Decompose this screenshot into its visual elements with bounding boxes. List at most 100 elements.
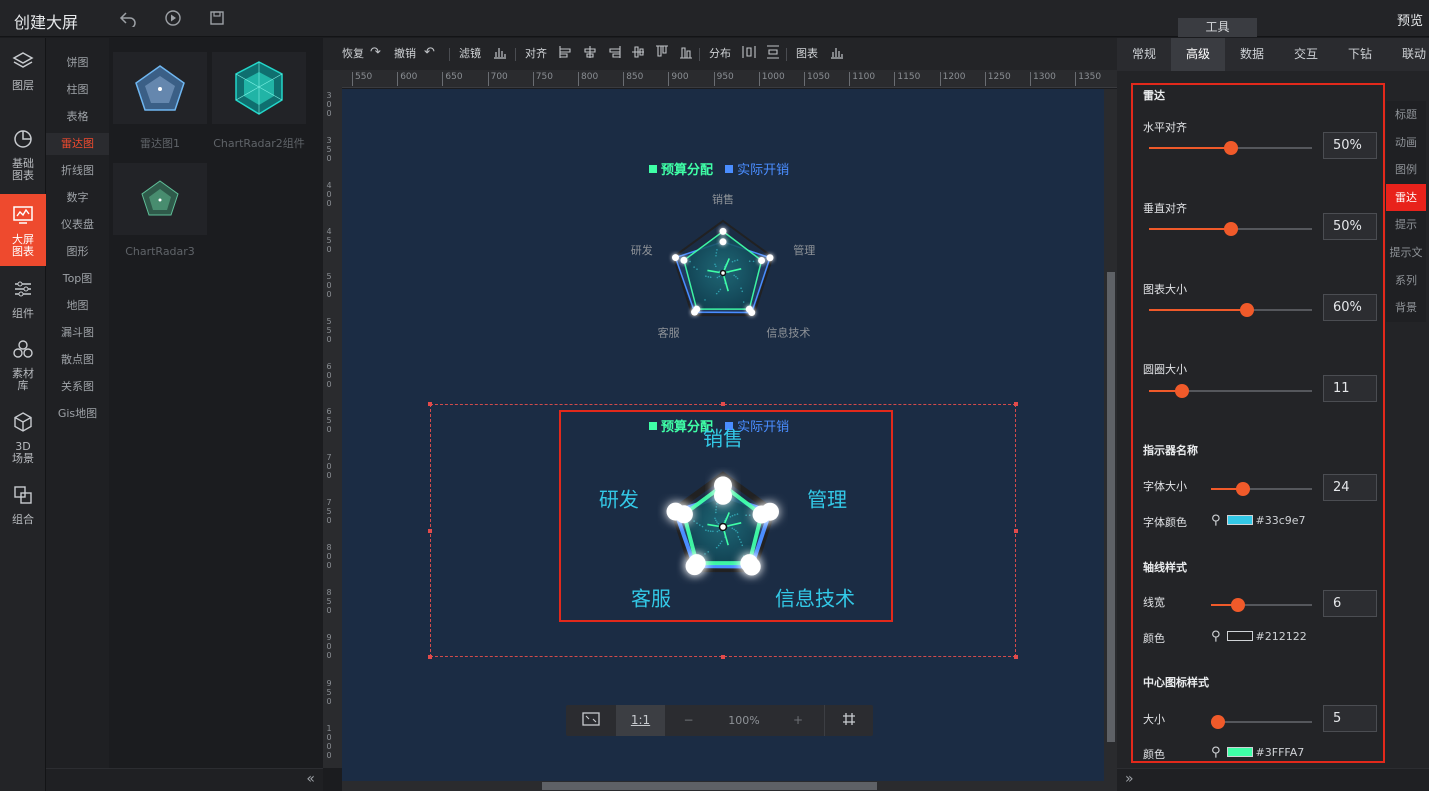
property-tab[interactable]: 高级 <box>1171 38 1225 71</box>
radar-chart-1[interactable]: 预算分配 实际开销 销售 管理 信息技术 客服 研发 <box>612 149 832 359</box>
redo-icon[interactable]: ↷ <box>370 45 381 61</box>
grid-icon[interactable] <box>824 705 873 736</box>
center-color-picker[interactable]: ⚲ #3FFFA7 <box>1211 745 1304 760</box>
collapse-right-icon[interactable]: » <box>1125 771 1134 787</box>
property-tab[interactable]: 下钻 <box>1333 38 1387 71</box>
font-size-input[interactable]: 24 <box>1323 474 1377 501</box>
one-to-one-button[interactable]: 1:1 <box>616 705 665 736</box>
rail-item-basic-charts[interactable]: 基础图表 <box>0 128 46 182</box>
thumbnail-radar-2[interactable] <box>212 52 306 124</box>
property-side-tab[interactable]: 雷达 <box>1386 183 1426 212</box>
h-align-input[interactable]: 50% <box>1323 132 1377 159</box>
fit-screen-icon[interactable] <box>566 705 615 736</box>
distribute-v-icon[interactable] <box>766 45 780 64</box>
resize-handle[interactable] <box>721 402 725 406</box>
slider-knob[interactable] <box>1223 222 1238 236</box>
rail-item-group[interactable]: 组合 <box>0 484 46 526</box>
resize-handle[interactable] <box>1014 655 1018 659</box>
rail-item-assets[interactable]: 素材库 <box>0 338 46 392</box>
component-category-item[interactable]: 数字 <box>46 187 109 209</box>
eyedropper-icon[interactable]: ⚲ <box>1211 745 1221 760</box>
color-swatch[interactable] <box>1226 631 1253 641</box>
resize-handle[interactable] <box>428 402 432 406</box>
distribute-h-icon[interactable] <box>742 45 756 64</box>
font-size-slider[interactable] <box>1211 482 1312 496</box>
component-category-item[interactable]: 地图 <box>46 295 109 317</box>
line-width-slider[interactable] <box>1211 598 1312 612</box>
resize-handle[interactable] <box>428 655 432 659</box>
v-align-input[interactable]: 50% <box>1323 213 1377 240</box>
resize-handle[interactable] <box>721 655 725 659</box>
undo-icon[interactable]: ↶ <box>424 45 435 61</box>
property-side-tab[interactable]: 标题 <box>1386 101 1426 129</box>
circle-size-input[interactable]: 11 <box>1323 375 1377 402</box>
component-category-item[interactable]: Gis地图 <box>46 403 109 425</box>
rail-item-3d-scene[interactable]: 3D场景 <box>0 411 46 465</box>
component-category-item[interactable]: 表格 <box>46 106 109 128</box>
component-category-item[interactable]: 漏斗图 <box>46 322 109 344</box>
center-size-slider[interactable] <box>1211 715 1312 729</box>
property-side-tab[interactable]: 动画 <box>1386 128 1426 157</box>
rail-item-components[interactable]: 组件 <box>0 278 46 320</box>
rail-item-screen-charts[interactable]: 大屏图表 <box>0 194 46 266</box>
property-tab[interactable]: 数据 <box>1225 38 1279 71</box>
slider-knob[interactable] <box>1231 598 1246 612</box>
vertical-scrollbar[interactable] <box>1104 89 1117 781</box>
play-icon[interactable] <box>164 9 182 27</box>
component-category-item[interactable]: 折线图 <box>46 160 109 182</box>
property-side-tab[interactable]: 背景 <box>1386 294 1426 323</box>
circle-size-slider[interactable] <box>1149 384 1312 398</box>
line-width-input[interactable]: 6 <box>1323 590 1377 617</box>
slider-knob[interactable] <box>1211 715 1226 729</box>
align-right-icon[interactable] <box>607 45 621 64</box>
tool-tab[interactable]: 工具 <box>1178 18 1257 37</box>
slider-knob[interactable] <box>1236 482 1251 496</box>
align-bottom-icon[interactable] <box>679 45 693 64</box>
property-side-tab[interactable]: 提示 <box>1386 211 1426 240</box>
component-category-item[interactable]: Top图 <box>46 268 109 290</box>
property-tab[interactable]: 交互 <box>1279 38 1333 71</box>
align-top-icon[interactable] <box>631 45 645 64</box>
redo-button[interactable]: 恢复 <box>342 47 364 61</box>
eyedropper-icon[interactable]: ⚲ <box>1211 629 1221 644</box>
color-swatch[interactable] <box>1226 747 1253 757</box>
align-middle-icon[interactable] <box>655 45 669 64</box>
color-swatch[interactable] <box>1226 515 1253 525</box>
align-center-h-icon[interactable] <box>583 45 597 64</box>
resize-handle[interactable] <box>428 529 432 533</box>
collapse-left-icon[interactable]: « <box>306 771 315 787</box>
property-side-tab[interactable]: 提示文 <box>1386 239 1426 267</box>
component-category-item[interactable]: 雷达图 <box>46 133 109 155</box>
thumbnail-radar-1[interactable] <box>113 52 207 124</box>
thumbnail-radar-3[interactable] <box>113 163 207 235</box>
undo-button[interactable]: 撤销 <box>394 47 416 61</box>
chart-size-slider[interactable] <box>1149 303 1312 317</box>
scrollbar-thumb[interactable] <box>542 782 877 790</box>
property-tab[interactable]: 常规 <box>1117 38 1171 71</box>
resize-handle[interactable] <box>1014 529 1018 533</box>
h-align-slider[interactable] <box>1149 141 1312 155</box>
component-category-item[interactable]: 散点图 <box>46 349 109 371</box>
center-size-input[interactable]: 5 <box>1323 705 1377 732</box>
property-tab[interactable]: 联动 <box>1387 38 1429 71</box>
property-side-tab[interactable]: 图例 <box>1386 156 1426 185</box>
undo-icon[interactable] <box>119 9 137 29</box>
component-category-item[interactable]: 仪表盘 <box>46 214 109 236</box>
bar-chart-icon[interactable] <box>493 45 507 64</box>
zoom-in-button[interactable]: + <box>777 705 819 736</box>
save-icon[interactable] <box>208 9 226 27</box>
preview-button[interactable]: 预览 <box>1397 10 1423 29</box>
resize-handle[interactable] <box>1014 402 1018 406</box>
eyedropper-icon[interactable]: ⚲ <box>1211 513 1221 528</box>
font-color-picker[interactable]: ⚲ #33c9e7 <box>1211 513 1306 528</box>
horizontal-scrollbar[interactable] <box>342 781 1117 791</box>
component-category-item[interactable]: 图形 <box>46 241 109 263</box>
distribute-button[interactable]: 分布 <box>709 47 731 61</box>
slider-knob[interactable] <box>1174 384 1189 398</box>
align-left-icon[interactable] <box>559 45 573 64</box>
design-canvas[interactable]: 预算分配 实际开销 销售 管理 信息技术 客服 研发 预算分配 实际开销 销售 管理 信息技… <box>342 89 1104 781</box>
rail-item-layers[interactable]: 图层 <box>0 50 46 92</box>
slider-knob[interactable] <box>1223 141 1238 155</box>
component-category-item[interactable]: 饼图 <box>46 52 109 74</box>
filter-button[interactable]: 滤镜 <box>459 47 481 61</box>
